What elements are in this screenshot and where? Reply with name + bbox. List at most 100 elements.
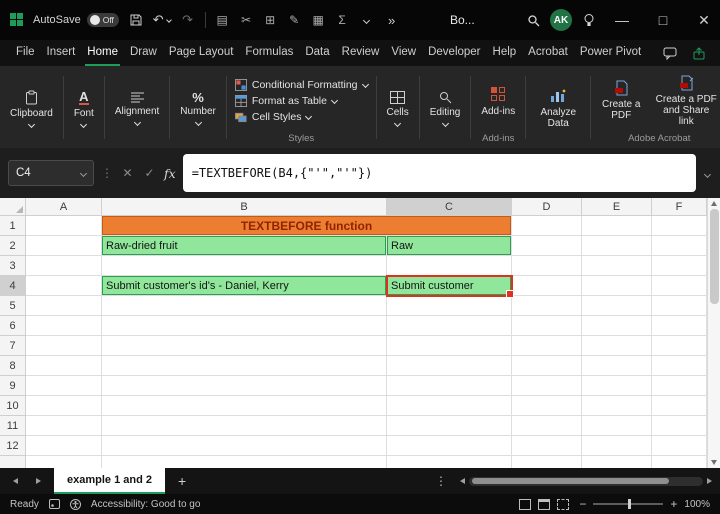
row-header-2[interactable]: 2 — [0, 236, 26, 256]
close-button[interactable]: ✕ — [688, 0, 720, 40]
accessibility-status[interactable]: Accessibility: Good to go — [91, 499, 201, 510]
cell-E8[interactable] — [582, 356, 652, 376]
cell-A12[interactable] — [26, 436, 102, 456]
cell-C8[interactable] — [387, 356, 512, 376]
customize-qat-chevron-icon[interactable] — [359, 7, 375, 33]
cell-A2[interactable] — [26, 236, 102, 256]
cell-D10[interactable] — [512, 396, 582, 416]
cell-F7[interactable] — [652, 336, 707, 356]
page-break-view-icon[interactable] — [557, 498, 570, 510]
menu-insert[interactable]: Insert — [45, 40, 78, 66]
cell-A6[interactable] — [26, 316, 102, 336]
sheet-nav-right-icon[interactable] — [31, 468, 45, 494]
cell-F1[interactable] — [652, 216, 707, 236]
cut-icon[interactable]: ✂ — [239, 10, 254, 30]
cell-A7[interactable] — [26, 336, 102, 356]
menu-help[interactable]: Help — [491, 40, 519, 66]
menu-view[interactable]: View — [389, 40, 418, 66]
cancel-icon[interactable]: ✕ — [120, 166, 135, 180]
menu-formulas[interactable]: Formulas — [243, 40, 295, 66]
column-header-F[interactable]: F — [652, 198, 707, 216]
alignment-group-button[interactable]: Alignment — [109, 69, 165, 148]
search-icon[interactable] — [525, 7, 541, 33]
lightbulb-icon[interactable] — [581, 7, 597, 33]
menu-page-layout[interactable]: Page Layout — [167, 40, 236, 66]
horizontal-scrollbar[interactable] — [460, 476, 712, 486]
menu-acrobat[interactable]: Acrobat — [526, 40, 570, 66]
insert-function-button[interactable]: fx — [164, 166, 176, 181]
cell-E7[interactable] — [582, 336, 652, 356]
create-pdf-button[interactable]: Create a PDF — [595, 80, 647, 121]
comments-icon[interactable] — [659, 40, 680, 66]
cell-E6[interactable] — [582, 316, 652, 336]
row-header-8[interactable]: 8 — [0, 356, 26, 376]
row-header-3[interactable]: 3 — [0, 256, 26, 276]
scroll-down-icon[interactable] — [711, 460, 717, 465]
horizontal-scroll-track[interactable] — [469, 476, 703, 486]
cell-C3[interactable] — [387, 256, 512, 276]
addins-button[interactable]: Add-ins — [475, 85, 521, 117]
cell-F2[interactable] — [652, 236, 707, 256]
cell-B9[interactable] — [102, 376, 387, 396]
maximize-button[interactable]: □ — [647, 0, 679, 40]
editing-group-button[interactable]: Editing — [424, 69, 467, 148]
cell-D4[interactable] — [512, 276, 582, 296]
column-header-C[interactable]: C — [387, 198, 512, 216]
row-header-5[interactable]: 5 — [0, 296, 26, 316]
row-header-12[interactable]: 12 — [0, 436, 26, 456]
conditional-formatting-button[interactable]: Conditional Formatting — [234, 78, 369, 91]
clipboard-group-button[interactable]: Clipboard — [4, 69, 59, 148]
cell-F11[interactable] — [652, 416, 707, 436]
select-all-corner[interactable] — [0, 198, 26, 216]
cell-D3[interactable] — [512, 256, 582, 276]
row-header-7[interactable]: 7 — [0, 336, 26, 356]
cell-D2[interactable] — [512, 236, 582, 256]
cells-group-button[interactable]: Cells — [381, 69, 415, 148]
formula-input[interactable]: =TEXTBEFORE(B4,{"'","'"}) — [182, 154, 696, 192]
vertical-scroll-thumb[interactable] — [709, 209, 719, 304]
row-header-1[interactable]: 1 — [0, 216, 26, 236]
cell-B2[interactable]: Raw-dried fruit — [102, 236, 387, 256]
cell-D12[interactable] — [512, 436, 582, 456]
format-as-table-button[interactable]: Format as Table — [234, 94, 368, 107]
format-painter-icon[interactable]: ✎ — [287, 10, 302, 30]
undo-button[interactable]: ↶ — [153, 7, 172, 33]
cell-E2[interactable] — [582, 236, 652, 256]
cell-B12[interactable] — [102, 436, 387, 456]
column-header-D[interactable]: D — [512, 198, 582, 216]
cell-B7[interactable] — [102, 336, 387, 356]
cell-C10[interactable] — [387, 396, 512, 416]
document-title[interactable]: Bo... — [450, 13, 475, 27]
cell-A10[interactable] — [26, 396, 102, 416]
name-box[interactable]: C4 — [8, 160, 94, 186]
cell-B6[interactable] — [102, 316, 387, 336]
row-header-6[interactable]: 6 — [0, 316, 26, 336]
cell-B10[interactable] — [102, 396, 387, 416]
menu-data[interactable]: Data — [303, 40, 331, 66]
zoom-slider-thumb[interactable] — [628, 499, 632, 509]
scroll-right-icon[interactable] — [707, 478, 712, 484]
add-sheet-button[interactable]: + — [174, 473, 190, 489]
menu-developer[interactable]: Developer — [426, 40, 482, 66]
cell-E1[interactable] — [582, 216, 652, 236]
cell-F10[interactable] — [652, 396, 707, 416]
zoom-level[interactable]: 100% — [684, 499, 710, 510]
sheet-tab-active[interactable]: example 1 and 2 — [54, 468, 165, 494]
sheet-nav-left-icon[interactable] — [8, 468, 22, 494]
cell-A8[interactable] — [26, 356, 102, 376]
cell-E3[interactable] — [582, 256, 652, 276]
cell-F6[interactable] — [652, 316, 707, 336]
cell-D5[interactable] — [512, 296, 582, 316]
menu-power-pivot[interactable]: Power Pivot — [578, 40, 643, 66]
cell-F3[interactable] — [652, 256, 707, 276]
cell-A5[interactable] — [26, 296, 102, 316]
menu-review[interactable]: Review — [340, 40, 382, 66]
cell-A1[interactable] — [26, 216, 102, 236]
cell-F12[interactable] — [652, 436, 707, 456]
cell-B11[interactable] — [102, 416, 387, 436]
cell-A9[interactable] — [26, 376, 102, 396]
cell-C11[interactable] — [387, 416, 512, 436]
number-group-button[interactable]: % Number — [174, 69, 222, 148]
cell-B3[interactable] — [102, 256, 387, 276]
cell-E12[interactable] — [582, 436, 652, 456]
